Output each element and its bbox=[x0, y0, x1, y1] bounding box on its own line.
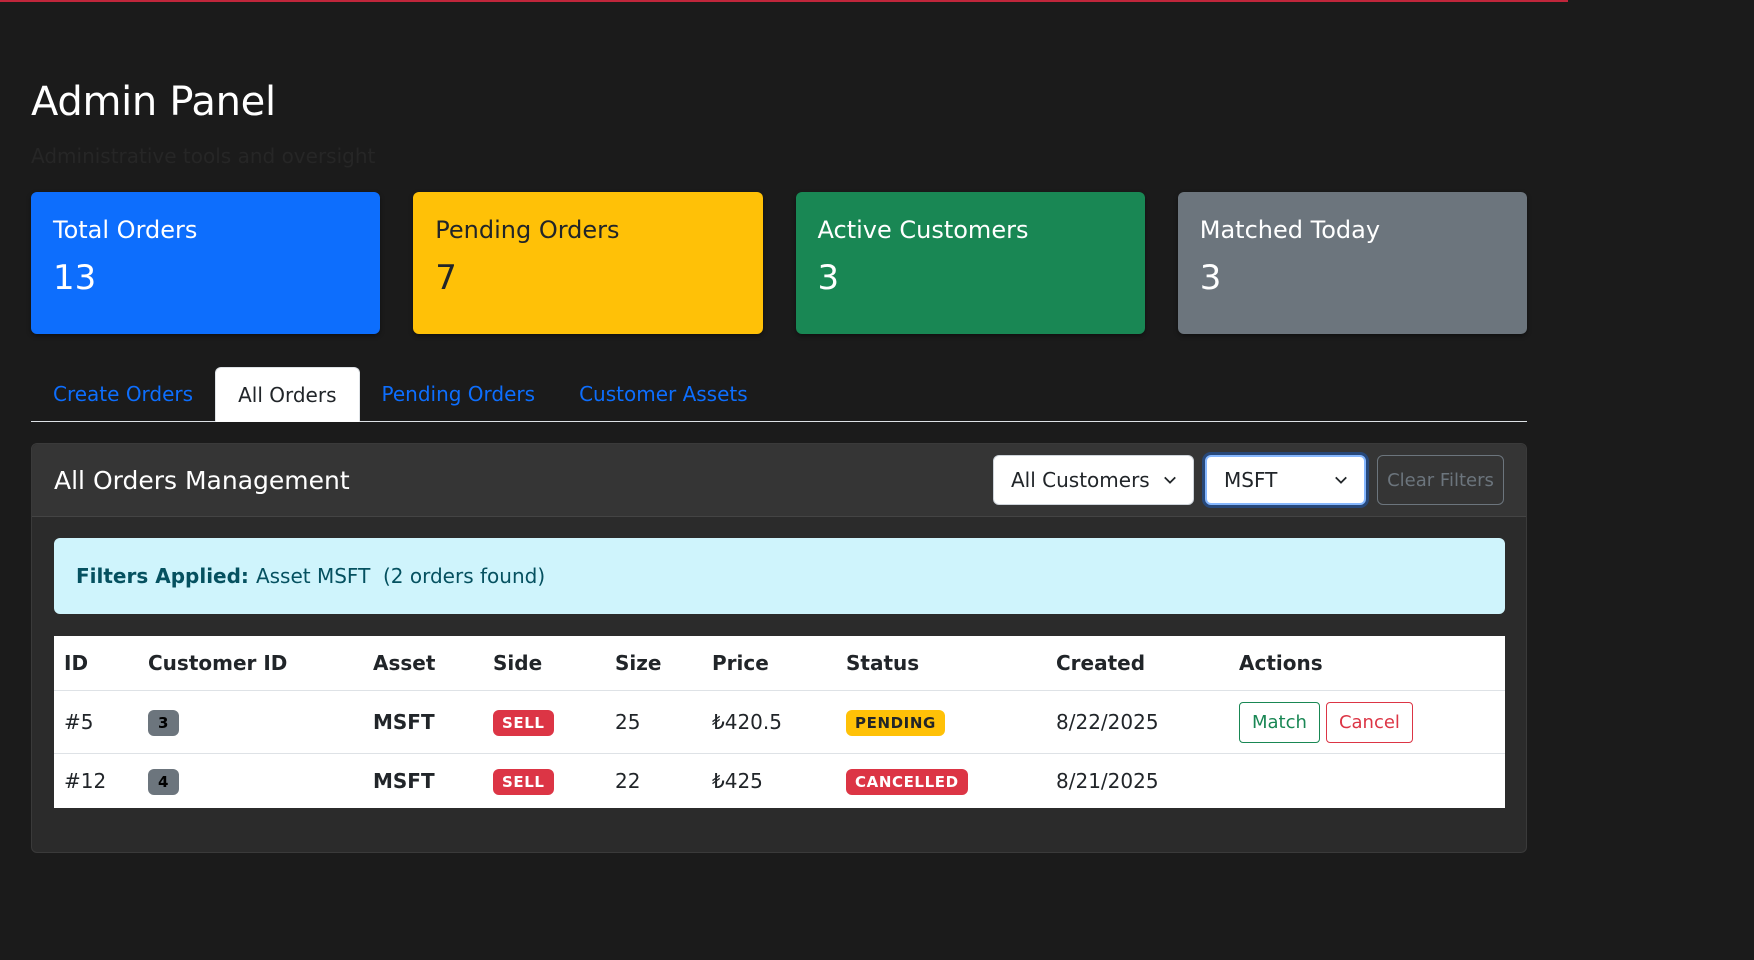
actions-cell: Match Cancel bbox=[1229, 701, 1505, 743]
column-header: Status bbox=[846, 651, 920, 675]
alert-text: Asset MSFT (2 orders found) bbox=[255, 564, 546, 588]
stat-card-pending-orders: Pending Orders 7 bbox=[413, 192, 763, 334]
customer-cell: 4 bbox=[138, 768, 363, 795]
order-id: #12 bbox=[64, 769, 107, 793]
column-header: Created bbox=[1056, 651, 1146, 675]
page-title: Admin Panel bbox=[31, 79, 276, 125]
stat-label: Matched Today bbox=[1199, 216, 1381, 244]
customer-id-badge: 4 bbox=[148, 768, 180, 795]
customer-filter-select[interactable]: All Customers bbox=[993, 455, 1194, 505]
created-cell: 8/21/2025 bbox=[1056, 769, 1159, 793]
clear-filters-button[interactable]: Clear Filters bbox=[1377, 455, 1504, 505]
stat-card-total-orders: Total Orders 13 bbox=[31, 192, 381, 334]
match-button[interactable]: Match bbox=[1239, 701, 1320, 743]
asset-filter-value: MSFT bbox=[1224, 468, 1278, 492]
column-header: Asset bbox=[373, 651, 436, 675]
size-cell: 25 bbox=[615, 710, 641, 734]
stats-row: Total Orders 13 Pending Orders 7 Active … bbox=[31, 192, 1527, 334]
column-header: Size bbox=[615, 651, 662, 675]
tab-create-orders[interactable]: Create Orders bbox=[31, 367, 215, 421]
price-cell: ₺420.5 bbox=[712, 710, 782, 734]
asset-cell: MSFT bbox=[373, 710, 435, 734]
orders-card: All Orders Management All Customers MSFT… bbox=[31, 443, 1527, 853]
side-badge: SELL bbox=[493, 768, 554, 795]
price-cell: ₺425 bbox=[712, 769, 763, 793]
stat-label: Pending Orders bbox=[435, 216, 620, 244]
tab-bar: Create Orders All Orders Pending Orders … bbox=[31, 367, 1527, 422]
asset-filter-select[interactable]: MSFT bbox=[1205, 455, 1366, 505]
column-header: Side bbox=[493, 651, 543, 675]
stat-value: 7 bbox=[435, 258, 457, 298]
stat-value: 3 bbox=[817, 258, 840, 298]
column-header: Customer ID bbox=[148, 651, 288, 675]
stat-card-active-customers: Active Customers 3 bbox=[795, 192, 1145, 334]
top-accent-line bbox=[0, 0, 1568, 2]
tab-pending-orders[interactable]: Pending Orders bbox=[360, 367, 558, 421]
table-row: #5 3 MSFT SELL 25 ₺420.5 PENDING 8/22/20… bbox=[54, 691, 1505, 754]
status-cell: PENDING bbox=[836, 709, 1046, 736]
orders-table: ID Customer ID Asset Side Size Price Sta… bbox=[54, 636, 1505, 808]
status-cell: CANCELLED bbox=[836, 768, 1046, 795]
order-id: #5 bbox=[64, 710, 94, 734]
created-cell: 8/22/2025 bbox=[1056, 710, 1159, 734]
chevron-down-icon bbox=[1335, 476, 1347, 484]
side-cell: SELL bbox=[483, 768, 605, 795]
stat-card-matched-today: Matched Today 3 bbox=[1177, 192, 1527, 334]
table-row: #12 4 MSFT SELL 22 ₺425 CANCELLED 8/21/2… bbox=[54, 754, 1505, 808]
status-badge: CANCELLED bbox=[846, 768, 968, 795]
customer-filter-value: All Customers bbox=[1011, 468, 1150, 492]
size-cell: 22 bbox=[615, 769, 641, 793]
alert-label: Filters Applied: bbox=[76, 564, 249, 588]
side-cell: SELL bbox=[483, 709, 605, 736]
side-badge: SELL bbox=[493, 709, 554, 736]
stat-label: Active Customers bbox=[817, 216, 1029, 244]
stat-label: Total Orders bbox=[53, 216, 198, 244]
cancel-button[interactable]: Cancel bbox=[1325, 701, 1413, 743]
tab-all-orders[interactable]: All Orders bbox=[215, 367, 360, 422]
customer-cell: 3 bbox=[138, 709, 363, 736]
stat-value: 13 bbox=[53, 258, 97, 298]
stat-value: 3 bbox=[1199, 258, 1222, 298]
column-header: ID bbox=[64, 651, 89, 675]
table-header-row: ID Customer ID Asset Side Size Price Sta… bbox=[54, 636, 1505, 691]
tab-customer-assets[interactable]: Customer Assets bbox=[557, 367, 770, 421]
filters-alert: Filters Applied: Asset MSFT (2 orders fo… bbox=[54, 538, 1505, 614]
customer-id-badge: 3 bbox=[148, 709, 180, 736]
chevron-down-icon bbox=[1164, 476, 1176, 484]
status-badge: PENDING bbox=[846, 709, 945, 736]
page-subtitle: Administrative tools and oversight bbox=[31, 144, 376, 168]
card-header: All Orders Management All Customers MSFT… bbox=[32, 444, 1526, 517]
column-header: Price bbox=[712, 651, 769, 675]
column-header: Actions bbox=[1239, 651, 1323, 675]
card-title: All Orders Management bbox=[54, 465, 350, 495]
asset-cell: MSFT bbox=[373, 769, 435, 793]
